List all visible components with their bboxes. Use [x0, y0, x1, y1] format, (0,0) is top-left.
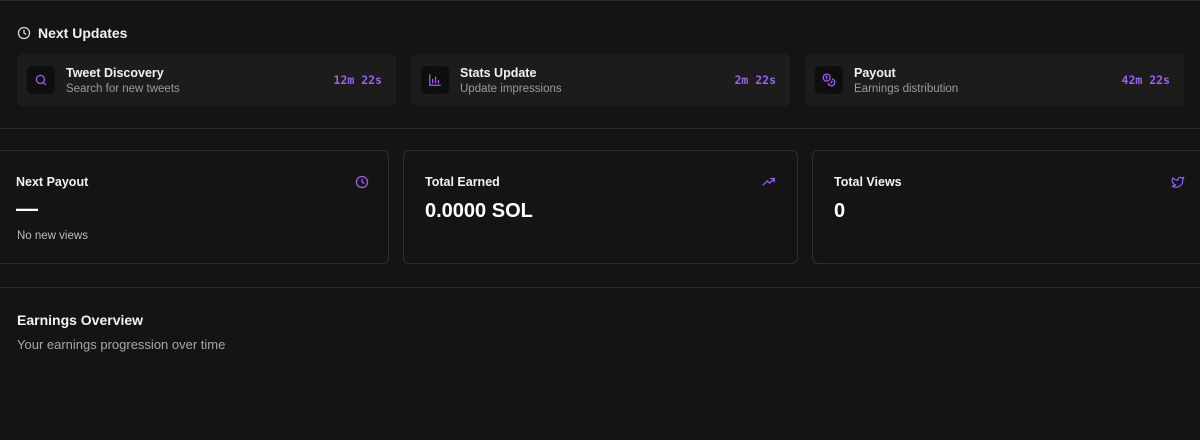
stat-card-next-payout: Next Payout — No new views: [0, 150, 389, 264]
earnings-overview-subtitle: Your earnings progression over time: [17, 337, 226, 352]
dashboard-page: Next Updates Tweet Discovery Search for …: [0, 0, 1200, 440]
section-divider: [0, 287, 1200, 288]
update-timer: 2m 22s: [734, 73, 776, 87]
section-divider: [0, 128, 1200, 129]
next-updates-header: Next Updates: [17, 24, 127, 42]
update-card-tweet-discovery[interactable]: Tweet Discovery Search for new tweets 12…: [17, 54, 396, 106]
bar-chart-icon: [421, 66, 449, 94]
stat-card-total-earned: Total Earned 0.0000 SOL: [403, 150, 798, 264]
clock-icon: [17, 26, 31, 40]
trending-up-icon: [762, 175, 776, 189]
twitter-icon: [1171, 175, 1185, 189]
update-name: Stats Update: [460, 66, 537, 80]
stat-label: Total Views: [834, 175, 902, 189]
stat-card-total-views: Total Views 0: [812, 150, 1200, 264]
stat-label: Next Payout: [16, 175, 89, 189]
update-name: Tweet Discovery: [66, 66, 164, 80]
coins-icon: [815, 66, 843, 94]
next-updates-title: Next Updates: [38, 25, 128, 41]
update-name: Payout: [854, 66, 896, 80]
stat-value: —: [16, 196, 38, 221]
update-timer: 12m 22s: [333, 73, 382, 87]
stat-value: 0: [834, 200, 846, 222]
update-card-payout[interactable]: Payout Earnings distribution 42m 22s: [805, 54, 1184, 106]
stat-subtext: No new views: [17, 230, 88, 242]
earnings-overview-title: Earnings Overview: [17, 312, 144, 328]
update-description: Update impressions: [460, 83, 562, 95]
update-description: Earnings distribution: [854, 83, 959, 95]
clock-icon: [355, 175, 369, 189]
stat-label: Total Earned: [425, 175, 500, 189]
update-timer: 42m 22s: [1121, 73, 1170, 87]
stat-value: 0.0000 SOL: [425, 200, 533, 222]
next-updates-section: Next Updates Tweet Discovery Search for …: [0, 0, 1200, 128]
search-icon: [27, 66, 55, 94]
update-description: Search for new tweets: [66, 83, 180, 95]
update-card-stats-update[interactable]: Stats Update Update impressions 2m 22s: [411, 54, 790, 106]
